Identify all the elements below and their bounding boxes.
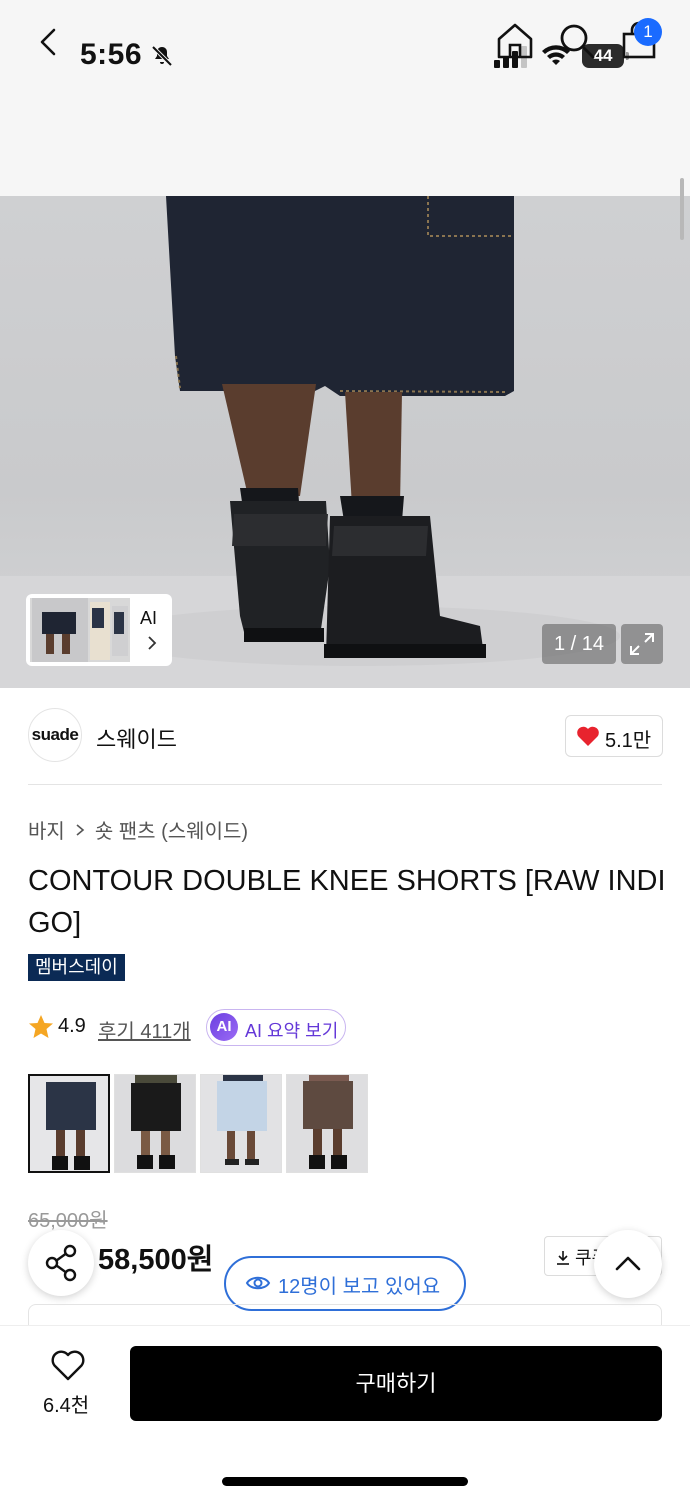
scroll-indicator xyxy=(680,178,684,240)
brand-like-count: 5.1만 xyxy=(605,730,652,752)
sale-price: 58,500원 xyxy=(98,1244,214,1276)
product-title: CONTOUR DOUBLE KNEE SHORTS [RAW INDIGO] xyxy=(28,865,666,939)
variant-image xyxy=(115,1075,195,1172)
ai-label: AI xyxy=(140,608,158,628)
share-icon xyxy=(45,1244,77,1282)
chevron-right-icon xyxy=(76,823,85,836)
divider xyxy=(28,784,662,785)
color-variant-black[interactable] xyxy=(114,1074,196,1173)
share-button[interactable] xyxy=(28,1230,94,1296)
variant-image xyxy=(201,1075,281,1172)
reviews-link[interactable]: 후기 411개 xyxy=(98,1015,191,1044)
scroll-to-top-button[interactable] xyxy=(594,1230,662,1298)
brand-logo[interactable]: suade xyxy=(28,708,82,762)
cart-count-badge: 1 xyxy=(634,18,662,46)
color-variant-raw-indigo[interactable] xyxy=(28,1074,110,1173)
ai-summary-label: AI 요약 보기 xyxy=(245,1021,339,1041)
wishlist-count: 6.4천 xyxy=(43,1395,90,1417)
image-counter: 1 / 14 xyxy=(542,624,616,664)
top-nav-bar xyxy=(0,110,690,196)
back-icon[interactable] xyxy=(30,22,70,62)
chevron-right-icon xyxy=(148,636,157,650)
members-day-badge: 멤버스데이 xyxy=(28,954,125,981)
buy-button[interactable]: 구매하기 xyxy=(130,1346,662,1421)
status-time: 5:56 xyxy=(80,38,143,71)
eye-icon xyxy=(245,1276,271,1290)
home-indicator xyxy=(222,1477,468,1486)
color-variant-light-blue[interactable] xyxy=(200,1074,282,1173)
breadcrumb-subcategory[interactable]: 숏 팬츠 (스웨이드) xyxy=(95,815,248,844)
search-icon[interactable] xyxy=(556,20,598,62)
expand-icon xyxy=(630,633,654,655)
breadcrumb: 바지 숏 팬츠 (스웨이드) xyxy=(28,815,248,844)
viewers-text: 12명이 보고 있어요 xyxy=(278,1276,441,1298)
ai-thumbnail-image xyxy=(30,598,130,662)
color-variant-brown[interactable] xyxy=(286,1074,368,1173)
ai-similar-products-chip[interactable] xyxy=(26,594,172,666)
original-price: 65,000원 xyxy=(28,1210,108,1232)
chevron-up-icon xyxy=(615,1256,641,1271)
variant-image xyxy=(30,1076,108,1171)
bell-slash-icon xyxy=(151,45,173,67)
ai-icon: AI xyxy=(210,1013,238,1041)
home-icon[interactable] xyxy=(494,20,536,62)
brand-name[interactable]: 스웨이드 xyxy=(96,722,177,754)
rating-value: 4.9 xyxy=(58,1015,86,1037)
variant-image xyxy=(287,1075,367,1172)
download-icon xyxy=(557,1251,569,1265)
heart-icon xyxy=(577,726,599,746)
heart-icon[interactable] xyxy=(50,1348,86,1382)
expand-image-button[interactable] xyxy=(621,624,663,664)
breadcrumb-category[interactable]: 바지 xyxy=(28,815,65,844)
star-icon xyxy=(29,1015,53,1038)
